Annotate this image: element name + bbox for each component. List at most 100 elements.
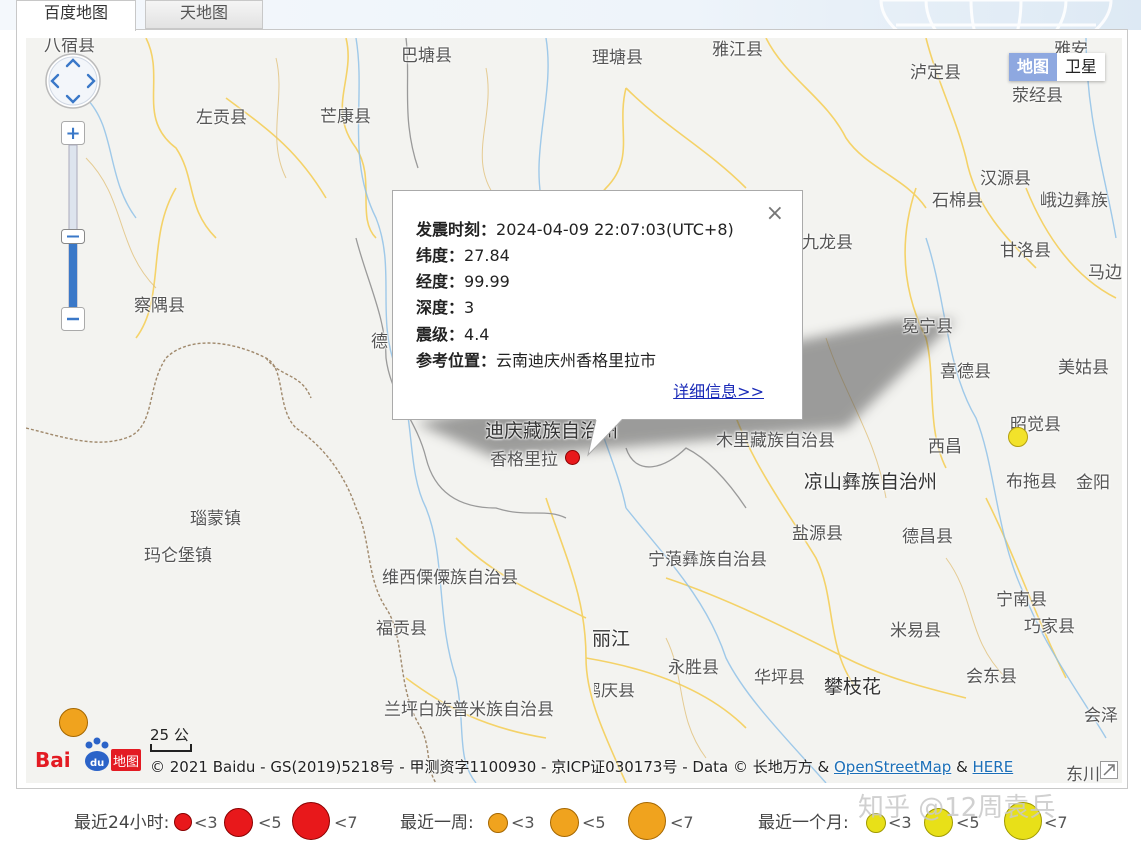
place-label: 九龙县 [802,233,853,253]
place-label: 米易县 [890,621,941,641]
popup-pointer [587,419,623,457]
place-label: 美姑县 [1058,358,1109,378]
svg-text:+: + [65,123,80,144]
place-label: 会东县 [966,667,1017,687]
place-label: 会泽 [1084,706,1118,726]
place-label: 香格里拉 [490,450,558,470]
popup-label: 深度： [416,298,465,317]
popup-row-magnitude: 震级：4.4 [416,325,489,345]
popup-label: 震级： [416,325,465,344]
popup-value: 云南迪庆州香格里拉市 [496,351,657,370]
scale-label: 25 公 [150,726,189,744]
legend-lt7: <7 [670,813,694,832]
popup-label: 发震时刻： [416,220,497,239]
place-label: 喜德县 [940,362,991,382]
place-label: 德昌县 [902,527,953,547]
legend-week-large-dot [628,802,666,840]
popup-label: 纬度： [416,246,465,265]
legend-month-label: 最近一个月: [758,813,849,833]
legend-week-medium-dot [550,808,579,837]
legend-day-medium-dot [224,808,253,837]
place-label: 东川 [1066,765,1100,784]
legend-lt5: <5 [258,813,282,832]
quake-marker-week[interactable] [59,708,88,737]
place-label: 雅江县 [712,40,763,60]
copyright-text: © 2021 Baidu - GS(2019)5218号 - 甲测资字11009… [150,758,834,776]
place-label: 甘洛县 [1000,241,1051,261]
place-label: 华坪县 [754,668,805,688]
map-type-map-button[interactable]: 地图 [1008,53,1057,81]
watermark: 知乎 @12周袁兵 [858,793,1056,823]
svg-text:Bai: Bai [35,748,71,772]
place-label: 芒康县 [320,107,371,127]
header-bar: 百度地图 天地图 [0,0,1141,40]
place-label: 福贡县 [376,619,427,639]
place-label: 玛仑堡镇 [144,546,212,566]
page: 百度地图 天地图 八宿县 巴塘县 理塘县 雅江县 泸定县 荥经县 雅安 左贡县 … [0,0,1141,853]
place-label: 峨边彝族 [1040,191,1108,211]
tab-baidu-map[interactable]: 百度地图 [16,0,136,31]
place-label: 兰坪白族普米族自治县 [384,700,554,720]
place-label: 冕宁县 [902,317,953,337]
place-label: 德 [371,332,388,352]
popup-value: 3 [464,298,475,317]
tab-tianditu[interactable]: 天地图 [145,0,263,29]
popup-row-depth: 深度：3 [416,298,474,318]
popup-value: 99.99 [464,272,510,291]
popup-value: 2024-04-09 22:07:03(UTC+8) [496,220,734,239]
popup-label: 参考位置： [416,351,497,370]
map-canvas[interactable]: 八宿县 巴塘县 理塘县 雅江县 泸定县 荥经县 雅安 左贡县 芒康县 汉源县 石… [26,38,1122,783]
popup-row-time: 发震时刻：2024-04-09 22:07:03(UTC+8) [416,220,734,240]
quake-info-popup: × 发震时刻：2024-04-09 22:07:03(UTC+8) 纬度：27.… [392,190,803,457]
place-label: 泸定县 [910,63,961,83]
place-label: 荥经县 [1012,86,1063,106]
place-label: 宁南县 [996,590,1047,610]
popup-row-location: 参考位置：云南迪庆州香格里拉市 [416,351,656,371]
place-label: 察隅县 [134,296,185,316]
map-type-switch: 地图 卫星 [1008,53,1105,81]
zoom-slider[interactable]: + [61,121,85,331]
place-label: 汉源县 [980,169,1031,189]
map-type-satellite-button[interactable]: 卫星 [1056,53,1105,81]
place-label: 维西傈僳族自治县 [382,568,518,588]
scale-bar [150,744,192,752]
details-link[interactable]: 详细信息>> [673,378,764,402]
legend-week-label: 最近一周: [400,813,474,833]
pan-control-icon[interactable] [44,52,102,110]
popup-value: 27.84 [464,246,510,265]
place-label: 巴塘县 [401,46,452,66]
place-label: 凉山彝族自治州 [804,471,938,493]
quake-marker-month[interactable] [1008,427,1028,447]
legend-lt3: <3 [194,813,218,832]
place-label: 布拖县 [1006,472,1057,492]
legend-lt7: <7 [334,813,358,832]
here-link[interactable]: HERE [973,758,1014,776]
place-label: 西昌 [928,437,962,457]
legend-week-small-dot [488,813,508,833]
baidu-logo-icon: Bai du 地图 [35,737,141,772]
place-label: 宁蒗彝族自治县 [648,550,767,570]
place-label: 巧家县 [1024,617,1075,637]
popup-label: 经度： [416,272,465,291]
openstreetmap-link[interactable]: OpenStreetMap [834,758,951,776]
quake-marker-day[interactable] [565,450,580,465]
svg-text:du: du [90,758,104,769]
legend-lt5: <5 [582,813,606,832]
place-label: 左贡县 [196,108,247,128]
place-label: 瑙蒙镇 [190,509,241,529]
place-label: 木里藏族自治县 [716,431,835,451]
expand-corner-icon[interactable] [1100,761,1118,779]
place-label: 盐源县 [792,524,843,544]
popup-value: 4.4 [464,325,490,344]
popup-row-latitude: 纬度：27.84 [416,246,510,266]
close-icon[interactable]: × [766,203,784,225]
place-label: 攀枝花 [824,676,882,698]
place-label: 丽江 [592,628,631,650]
place-label: 马边 [1088,263,1122,283]
legend-day-small-dot [174,813,192,831]
copyright-notice: © 2021 Baidu - GS(2019)5218号 - 甲测资字11009… [150,756,1013,777]
place-label: 永胜县 [668,658,719,678]
place-label: 金阳 [1076,473,1110,493]
place-label: 石棉县 [932,191,983,211]
legend-lt3: <3 [511,813,535,832]
